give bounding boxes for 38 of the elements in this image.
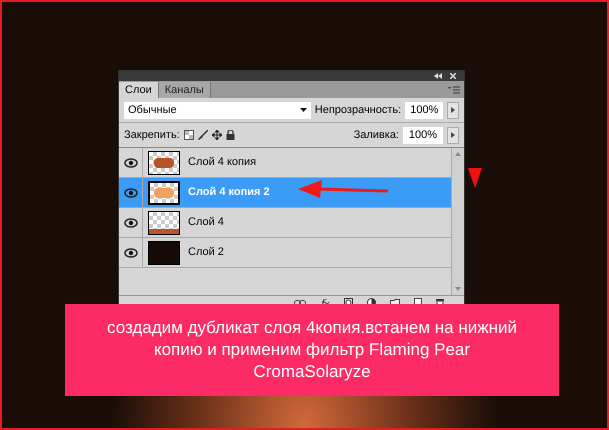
fill-arrow-button[interactable] bbox=[447, 126, 459, 144]
layer-row[interactable]: Слой 2 bbox=[119, 238, 451, 268]
move-icon[interactable] bbox=[212, 130, 222, 140]
eye-icon[interactable] bbox=[124, 218, 138, 228]
opacity-label: Непрозрачность: bbox=[314, 102, 402, 118]
lock-icon[interactable] bbox=[226, 130, 235, 140]
layer-row[interactable]: Слой 4 bbox=[119, 208, 451, 238]
layer-name: Слой 2 bbox=[188, 245, 224, 260]
layer-row[interactable]: Слой 4 копия bbox=[119, 148, 451, 178]
panel-tab[interactable]: Каналы bbox=[158, 82, 211, 98]
lock-label: Закрепить: bbox=[124, 128, 180, 143]
layer-thumbnail bbox=[148, 210, 180, 234]
layer-name: Слой 4 bbox=[188, 215, 224, 230]
brush-icon[interactable] bbox=[198, 130, 208, 140]
layer-name: Слой 4 копия 2 bbox=[188, 185, 270, 200]
play-icon bbox=[451, 132, 455, 138]
eye-icon[interactable] bbox=[124, 248, 138, 258]
collapse-icon[interactable] bbox=[434, 73, 442, 79]
panel-menu-icon[interactable] bbox=[448, 86, 460, 94]
triangle-marker-icon bbox=[468, 168, 482, 188]
layer-name: Слой 4 копия bbox=[188, 155, 256, 170]
caption-text: создадим дубликат слоя 4копия.встанем на нижний копию и применим фильтр Flaming Pear CromaSolaryze bbox=[106, 317, 518, 383]
opacity-arrow-button[interactable] bbox=[447, 102, 459, 118]
play-icon bbox=[451, 107, 456, 113]
blend-mode-dropdown[interactable]: Обычные bbox=[124, 102, 311, 118]
fill-field[interactable]: 100% bbox=[403, 126, 443, 144]
eye-icon[interactable] bbox=[124, 158, 138, 168]
caret-icon bbox=[300, 108, 307, 112]
close-icon[interactable] bbox=[450, 73, 456, 79]
layer-thumbnail bbox=[148, 240, 180, 264]
layer-thumbnail bbox=[148, 150, 180, 174]
opacity-field[interactable]: 100% bbox=[405, 102, 444, 118]
link-icon[interactable] bbox=[294, 300, 306, 306]
fill-label: Заливка: bbox=[354, 128, 399, 143]
transparency-lock-icon[interactable] bbox=[184, 130, 194, 140]
panel-tab[interactable]: Слои bbox=[119, 82, 159, 98]
eye-icon[interactable] bbox=[124, 188, 138, 198]
layer-thumbnail bbox=[148, 180, 180, 204]
